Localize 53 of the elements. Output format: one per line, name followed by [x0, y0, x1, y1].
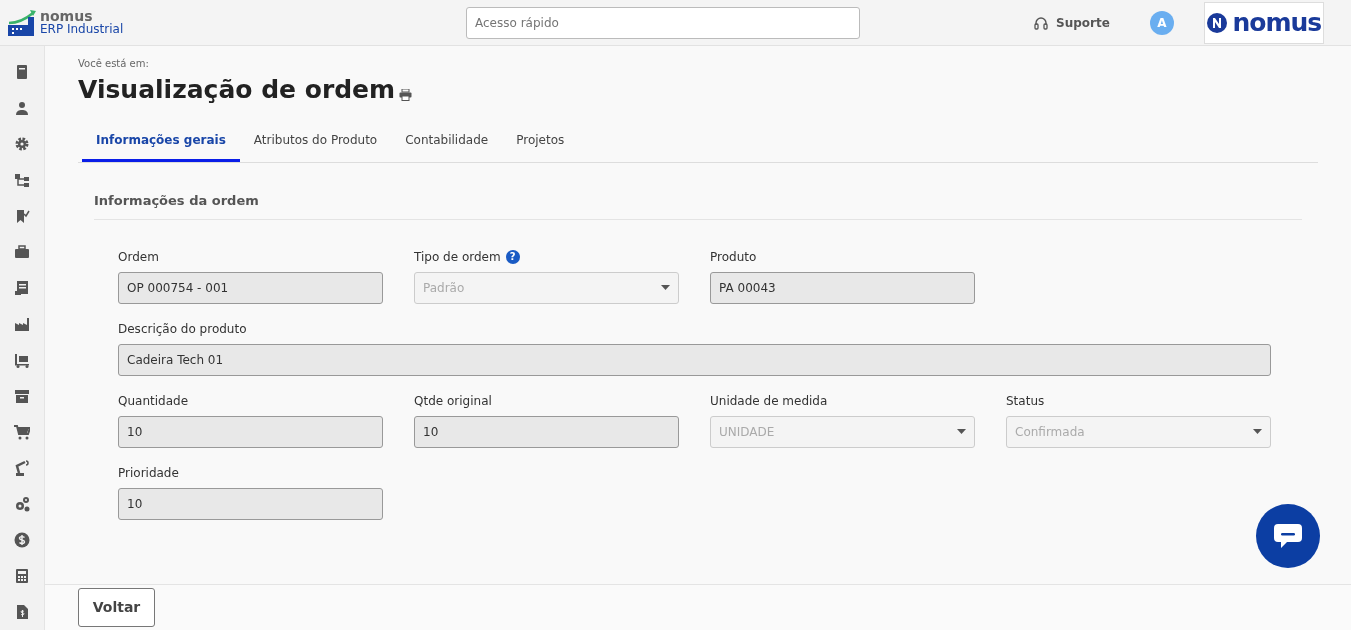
- input-field[interactable]: 10: [118, 487, 383, 520]
- document-icon[interactable]: [14, 280, 30, 296]
- caret-icon: [661, 285, 670, 290]
- factory-icon[interactable]: [14, 316, 30, 332]
- calculator-icon[interactable]: [14, 568, 30, 584]
- help-icon[interactable]: ?: [505, 249, 520, 264]
- briefcase-icon[interactable]: [14, 244, 30, 260]
- robot-arm-icon[interactable]: [14, 460, 30, 476]
- tab[interactable]: Atributos do Produto: [239, 123, 392, 162]
- n-logo-icon: [1206, 11, 1229, 34]
- input-field[interactable]: PA 00043: [710, 271, 975, 304]
- dolly-icon[interactable]: [14, 352, 30, 368]
- brand-logo: nomus: [1203, 1, 1324, 44]
- page-title: Visualização de ordem: [78, 75, 396, 105]
- caret-icon: [957, 429, 966, 434]
- hierarchy-icon[interactable]: [14, 172, 30, 188]
- back-button[interactable]: Voltar: [78, 588, 155, 627]
- tab[interactable]: Projetos: [502, 123, 579, 162]
- dollar-circle-icon[interactable]: [14, 532, 30, 548]
- field-label: Tipo de ordem: [414, 248, 501, 266]
- caret-icon: [1253, 429, 1262, 434]
- logo-text: nomus: [40, 9, 93, 23]
- field-label: Ordem: [118, 248, 159, 266]
- cart-icon[interactable]: [14, 424, 30, 440]
- input-field[interactable]: 10: [118, 415, 383, 448]
- input-field[interactable]: Cadeira Tech 01: [118, 343, 1271, 376]
- invoice-icon[interactable]: [14, 604, 30, 620]
- archive-box-icon[interactable]: [14, 388, 30, 404]
- print-icon[interactable]: [399, 89, 413, 101]
- field-label: Unidade de medida: [710, 392, 828, 410]
- tab[interactable]: Contabilidade: [391, 123, 503, 162]
- field-label: Produto: [710, 248, 757, 266]
- person-icon[interactable]: [14, 100, 30, 116]
- factory-logo-icon: [8, 8, 36, 37]
- field-label: Status: [1006, 392, 1045, 410]
- chat-bubble-icon: [1273, 523, 1303, 549]
- book-icon[interactable]: [14, 64, 30, 80]
- field-label: Qtde original: [414, 392, 492, 410]
- gears-icon[interactable]: [14, 496, 30, 512]
- breadcrumb-label: Você está em:: [78, 57, 150, 71]
- section-title: Informações da ordem: [94, 163, 1302, 220]
- support-link[interactable]: Suporte: [1056, 13, 1110, 32]
- field-label: Descrição do produto: [118, 320, 247, 338]
- bookmark-check-icon[interactable]: [14, 208, 30, 224]
- input-field[interactable]: OP 000754 - 001: [118, 271, 383, 304]
- field-label: Quantidade: [118, 392, 189, 410]
- headset-icon[interactable]: [1034, 15, 1048, 30]
- input-field[interactable]: 10: [414, 415, 679, 448]
- field-label: Prioridade: [118, 464, 179, 482]
- search-field[interactable]: Acesso rápido: [466, 6, 860, 39]
- tab[interactable]: Informações gerais: [82, 123, 240, 162]
- logo-subtitle: ERP Industrial: [40, 22, 124, 36]
- gear-icon[interactable]: [14, 136, 30, 152]
